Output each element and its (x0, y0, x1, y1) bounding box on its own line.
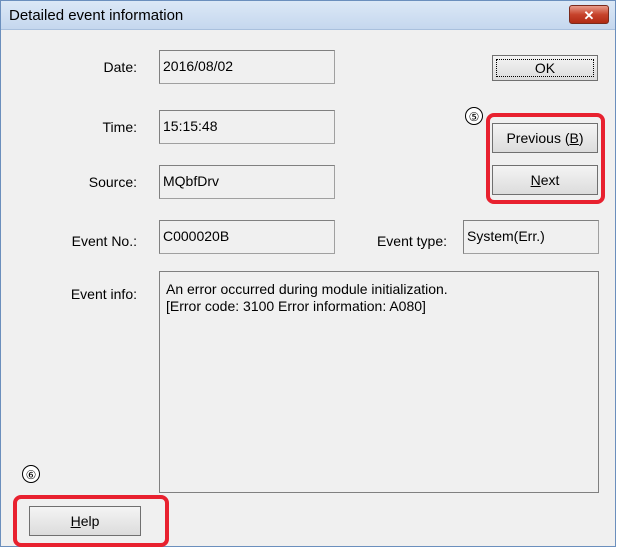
annotation-marker-5: ⑤ (465, 107, 483, 125)
annotation-highlight-nav (486, 113, 605, 204)
event-info-line: [Error code: 3100 Error information: A08… (166, 298, 426, 314)
annotation-highlight-help (13, 495, 169, 547)
source-field: MQbfDrv (159, 165, 335, 199)
ok-button[interactable]: OK (492, 55, 598, 81)
title-bar: Detailed event information ✕ (1, 1, 615, 30)
time-label: Time: (102, 119, 137, 135)
event-type-field: System(Err.) (463, 220, 599, 254)
date-label: Date: (103, 59, 137, 75)
event-info-label: Event info: (70, 286, 137, 302)
time-field: 15:15:48 (159, 110, 335, 144)
source-label: Source: (88, 174, 137, 190)
focus-ring (496, 59, 594, 77)
date-field: 2016/08/02 (159, 50, 335, 84)
event-info-text: An error occurred during module initiali… (159, 271, 599, 493)
event-info-dialog: Detailed event information ✕ Date: 2016/… (0, 0, 616, 547)
event-type-label: Event type: (376, 233, 447, 249)
dialog-title: Detailed event information (9, 7, 184, 24)
event-no-field: C000020B (159, 220, 335, 254)
annotation-marker-6: ⑥ (22, 465, 40, 483)
close-icon[interactable]: ✕ (569, 5, 609, 24)
event-info-line: An error occurred during module initiali… (166, 281, 448, 297)
event-no-label: Event No.: (71, 233, 137, 249)
